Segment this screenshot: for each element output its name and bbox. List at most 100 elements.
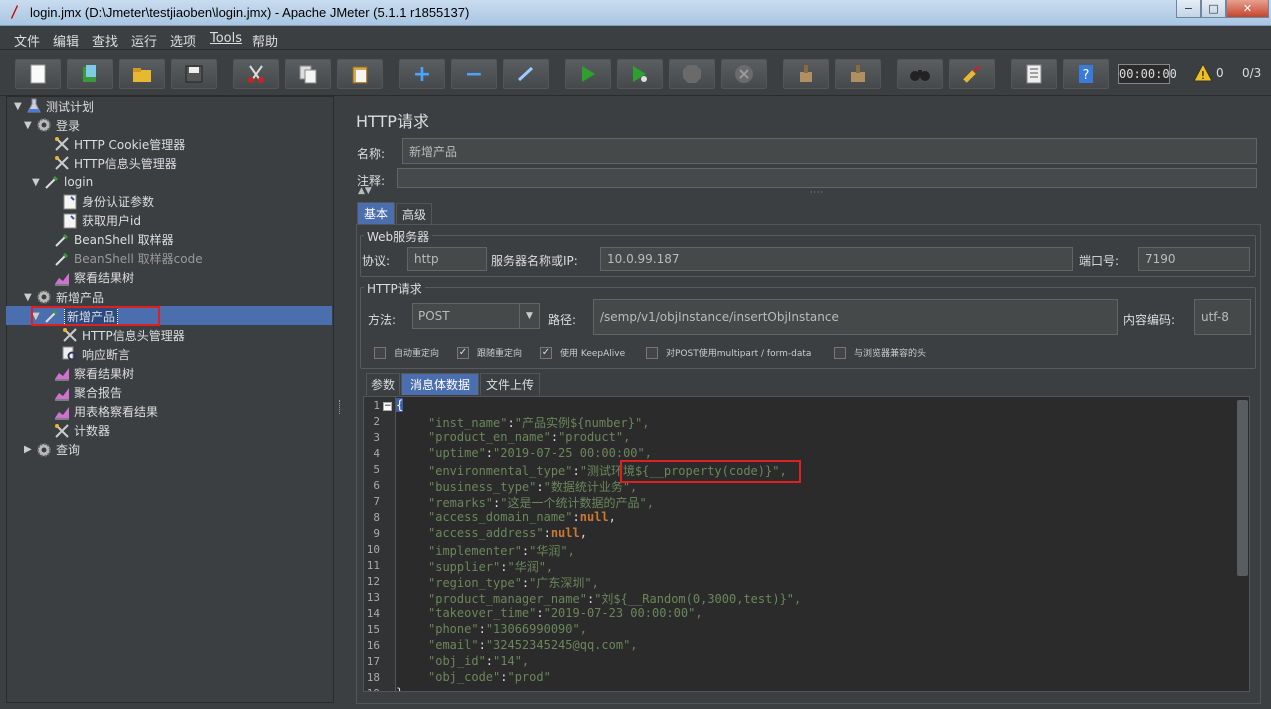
comment-field[interactable] [397,168,1257,188]
toggle-button[interactable] [503,59,549,89]
checkbox-unchecked-icon[interactable] [374,346,386,359]
tree-node[interactable]: 用表格察看结果 [42,403,158,421]
checkbox-option[interactable]: 自动重定向 [374,346,439,359]
body-data-editor[interactable]: 1{2 "inst_name":"产品实例${number}", 3 "product… [363,396,1250,692]
reset-search-button[interactable] [949,59,995,89]
checkbox-option[interactable]: ✓ 跟随重定向 [457,346,522,359]
copy-button[interactable] [285,59,331,89]
server-field[interactable]: 10.0.99.187 [600,247,1073,271]
tab-basic[interactable]: 基本 [357,202,395,224]
checkbox-option[interactable]: ✓ 使用 KeepAlive [540,346,625,359]
tree-node[interactable]: 计数器 [42,422,110,440]
tab-advanced[interactable]: 高级 [396,203,432,225]
expand-arrow-icon[interactable]: ▼ [14,101,26,112]
checkbox-unchecked-icon[interactable] [646,346,658,359]
code-line[interactable]: "remarks":"这是一个统计数据的产品", [428,494,654,511]
tree-node[interactable]: HTTP信息头管理器 [50,326,185,344]
tree-node[interactable]: 察看结果树 [42,269,134,287]
shutdown-button[interactable] [721,59,767,89]
tree-node[interactable]: 响应断言 [50,345,130,363]
paste-button[interactable] [337,59,383,89]
code-line[interactable]: "obj_id":"14", [428,654,529,668]
vertical-scrollbar[interactable] [1237,400,1248,576]
code-line[interactable]: "region_type":"广东深圳", [428,574,599,591]
tree-node[interactable]: 获取用户id [50,212,141,230]
menu-run[interactable]: 运行 [131,31,157,50]
code-line[interactable]: "obj_code":"prod" [428,670,551,684]
tree-node[interactable]: ▼ 新增产品 [24,288,104,306]
tree-node[interactable]: BeanShell 取样器code [42,250,203,268]
clear-button[interactable] [783,59,829,89]
start-button[interactable] [565,59,611,89]
tab-file-upload[interactable]: 文件上传 [480,373,540,395]
function-helper-button[interactable] [1011,59,1057,89]
maximize-button[interactable]: □ [1201,0,1226,18]
code-line[interactable]: "business_type":"数据统计业务", [428,478,637,495]
code-line[interactable]: "access_domain_name":null, [428,510,616,524]
cut-button[interactable] [233,59,279,89]
open-button[interactable] [119,59,165,89]
checkbox-option[interactable]: 与浏览器兼容的头 [834,346,926,359]
divider-grip[interactable] [339,400,341,414]
close-button[interactable]: ✕ [1226,0,1269,18]
help-button[interactable]: ? [1063,59,1109,89]
tab-body-data[interactable]: 消息体数据 [401,373,479,395]
code-line[interactable]: "implementer":"华润", [428,542,575,559]
tab-parameters[interactable]: 参数 [366,373,400,395]
expand-arrow-icon[interactable]: ▶ [24,444,36,455]
collapse-arrows-icon[interactable]: ▲▼ [358,186,372,196]
code-line[interactable]: "takeover_time":"2019-07-23 00:00:00", [428,606,703,620]
code-line[interactable]: "uptime":"2019-07-25 00:00:00", [428,446,652,460]
menu-search[interactable]: 查找 [92,31,118,50]
start-no-timers-button[interactable] [617,59,663,89]
path-field[interactable]: /semp/v1/objInstance/insertObjInstance [593,299,1118,335]
code-line[interactable]: } [396,686,403,691]
fold-toggle-icon[interactable]: − [383,402,392,411]
warning-icon[interactable]: ! [1193,63,1213,83]
templates-button[interactable] [67,59,113,89]
search-button[interactable] [897,59,943,89]
checkbox-option[interactable]: 对POST使用multipart / form-data [646,346,811,359]
tree-node[interactable]: ▼ login [32,173,93,191]
code-line[interactable]: "phone":"13066990090", [428,622,587,636]
save-button[interactable] [171,59,217,89]
method-select[interactable]: POST ▼ [412,303,540,329]
minimize-button[interactable]: − [1176,0,1201,18]
expand-arrow-icon[interactable]: ▼ [32,177,44,188]
tree-node[interactable]: ▶ 查询 [24,441,80,459]
code-line[interactable]: "supplier":"华润", [428,558,553,575]
tree-node[interactable]: HTTP信息头管理器 [42,154,177,172]
tree-node[interactable]: 察看结果树 [42,364,134,382]
menu-options[interactable]: 选项 [170,31,196,50]
tree-node[interactable]: 聚合报告 [42,384,122,402]
new-button[interactable] [15,59,61,89]
chevron-down-icon[interactable]: ▼ [519,304,539,328]
port-field[interactable]: 7190 [1138,247,1250,271]
tree-node[interactable]: BeanShell 取样器 [42,231,174,249]
menu-help[interactable]: 帮助 [252,31,278,50]
protocol-field[interactable]: http [407,247,487,271]
collapse-button[interactable]: − [451,59,497,89]
menu-edit[interactable]: 编辑 [53,31,79,50]
stop-button[interactable] [669,59,715,89]
clear-all-button[interactable] [835,59,881,89]
code-line[interactable]: { [396,398,404,412]
tree-node[interactable]: HTTP Cookie管理器 [42,135,185,153]
resize-grip[interactable]: ···· [810,188,824,197]
checkbox-unchecked-icon[interactable] [834,346,846,359]
name-field[interactable]: 新增产品 [402,138,1257,164]
code-line[interactable]: "email":"32452345245@qq.com", [428,638,638,652]
expand-arrow-icon[interactable]: ▼ [24,292,36,303]
checkbox-checked-icon[interactable]: ✓ [540,346,552,359]
tree-node[interactable]: ▼ 登录 [24,116,80,134]
expand-arrow-icon[interactable]: ▼ [24,120,36,131]
tree-node[interactable]: 身份认证参数 [50,193,154,211]
expand-button[interactable]: + [399,59,445,89]
code-line[interactable]: "access_address":null, [428,526,587,540]
checkbox-checked-icon[interactable]: ✓ [457,346,469,359]
code-line[interactable]: "product_manager_name":"刘${__Random(0,30… [428,590,801,607]
code-line[interactable]: "inst_name":"产品实例${number}", [428,414,649,431]
encoding-field[interactable]: utf-8 [1194,299,1251,335]
tree-node[interactable]: ▼ 测试计划 [14,97,94,115]
menu-tools[interactable]: Tools [210,31,242,46]
